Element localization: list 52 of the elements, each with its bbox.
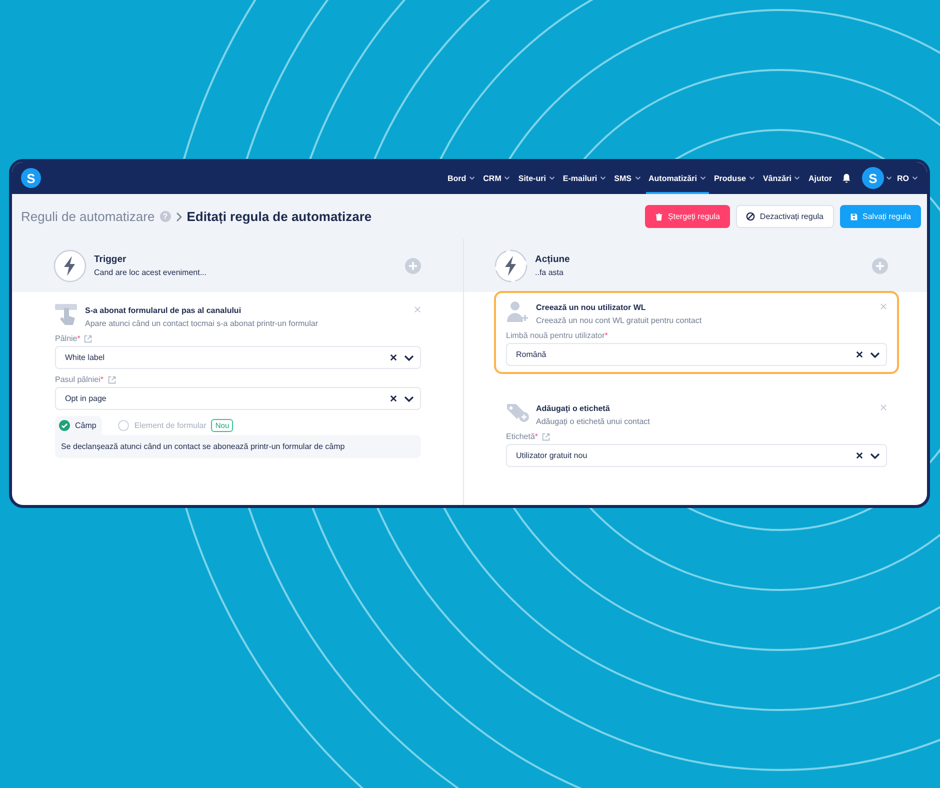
select-field[interactable]: Opt in page — [55, 387, 421, 410]
clear-icon[interactable] — [856, 351, 863, 358]
nav-menu-item[interactable]: Vânzări — [760, 162, 804, 194]
field-label: Etichetă* — [506, 432, 538, 441]
add-user-icon — [506, 301, 530, 323]
option-description: Se declanșează atunci când un contact se abonează printr-un formular de câmp — [55, 435, 421, 458]
nav-menu-item[interactable]: Ajutor — [805, 162, 835, 194]
pointer-hand-icon — [55, 304, 79, 326]
nav-menu-item[interactable]: Bord — [444, 162, 478, 194]
chevron-down-icon[interactable] — [886, 176, 892, 180]
chevron-down-icon[interactable] — [870, 352, 880, 358]
radio-icon — [118, 420, 130, 431]
card-description: Creează un nou cont WL gratuit pentru contact — [536, 316, 703, 325]
lightning-bolt-icon — [53, 248, 87, 282]
card-title: S-a abonat formularul de pas al canalului — [85, 306, 242, 315]
nav-menu-item[interactable]: Site-uri — [515, 162, 558, 194]
select-field[interactable]: Română — [506, 343, 887, 366]
chevron-down-icon[interactable] — [870, 452, 880, 458]
chevron-down-icon — [912, 176, 918, 180]
card-title: Adăugați o etichetă — [536, 404, 611, 413]
language-selector[interactable]: RO — [894, 162, 921, 194]
nav-menu-item[interactable]: E-mailuri — [560, 162, 610, 194]
chevron-down-icon[interactable] — [404, 396, 414, 402]
select-field[interactable]: Utilizator gratuit nou — [506, 444, 887, 467]
card-description: Adăugați o etichetă unui contact — [536, 417, 651, 426]
page-title: Editați regula de automatizare — [186, 209, 372, 224]
ban-icon — [746, 212, 755, 221]
field-label: Pâlnie* — [55, 334, 80, 343]
deactivate-rule-button[interactable]: Dezactivați regula — [736, 205, 834, 228]
nav-menu-item[interactable]: Produse — [710, 162, 758, 194]
bell-icon[interactable] — [841, 172, 852, 184]
card-title: Creează un nou utilizator WL — [536, 303, 647, 312]
section-title: Acțiune — [535, 254, 571, 265]
add-tag-icon — [506, 402, 530, 424]
card-description: Apare atunci când un contact tocmai s-a abonat printr-un formular — [85, 319, 320, 328]
section-subtitle: Cand are loc acest eveniment... — [94, 268, 208, 277]
select-field[interactable]: White label — [55, 346, 421, 369]
trash-icon — [654, 212, 663, 220]
chevron-right-icon — [176, 212, 182, 222]
section-subtitle: ..fa asta — [535, 268, 564, 277]
lightning-bolt-cycle-icon — [494, 248, 528, 282]
nav-menu-item[interactable]: SMS — [611, 162, 644, 194]
option-tab[interactable]: Câmp — [55, 416, 102, 435]
clear-icon[interactable] — [390, 395, 397, 402]
clear-icon[interactable] — [856, 452, 863, 459]
field-label: Pasul pâlniei* — [55, 375, 104, 384]
field-label: Limbă nouă pentru utilizator* — [506, 331, 608, 340]
clear-icon[interactable] — [390, 354, 397, 361]
nav-menu-item[interactable]: CRM — [480, 162, 514, 194]
checked-radio-icon — [59, 420, 70, 431]
section-title: Trigger — [94, 254, 128, 265]
chevron-down-icon[interactable] — [404, 354, 414, 360]
